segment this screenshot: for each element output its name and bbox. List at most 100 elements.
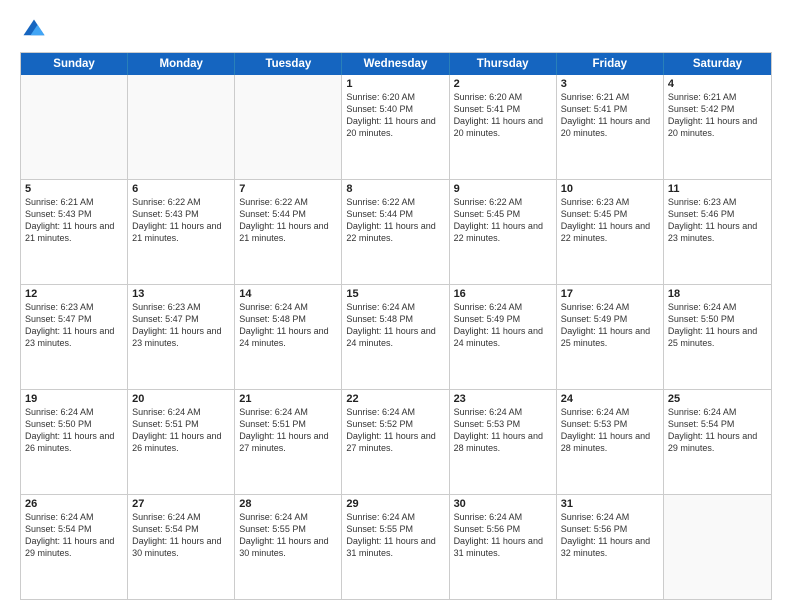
cal-cell: 5Sunrise: 6:21 AM Sunset: 5:43 PM Daylig… [21,180,128,284]
cell-info: Sunrise: 6:24 AM Sunset: 5:54 PM Dayligh… [25,511,123,560]
header-day-saturday: Saturday [664,53,771,75]
calendar-header-row: SundayMondayTuesdayWednesdayThursdayFrid… [21,53,771,75]
cal-cell: 9Sunrise: 6:22 AM Sunset: 5:45 PM Daylig… [450,180,557,284]
cell-info: Sunrise: 6:24 AM Sunset: 5:56 PM Dayligh… [561,511,659,560]
day-number: 12 [25,288,123,300]
cell-info: Sunrise: 6:24 AM Sunset: 5:49 PM Dayligh… [454,301,552,350]
cal-cell: 24Sunrise: 6:24 AM Sunset: 5:53 PM Dayli… [557,390,664,494]
cal-cell: 21Sunrise: 6:24 AM Sunset: 5:51 PM Dayli… [235,390,342,494]
cal-cell: 17Sunrise: 6:24 AM Sunset: 5:49 PM Dayli… [557,285,664,389]
day-number: 8 [346,183,444,195]
cal-cell: 27Sunrise: 6:24 AM Sunset: 5:54 PM Dayli… [128,495,235,599]
cal-cell [664,495,771,599]
cell-info: Sunrise: 6:22 AM Sunset: 5:44 PM Dayligh… [239,196,337,245]
day-number: 5 [25,183,123,195]
cell-info: Sunrise: 6:24 AM Sunset: 5:54 PM Dayligh… [132,511,230,560]
cal-cell: 1Sunrise: 6:20 AM Sunset: 5:40 PM Daylig… [342,75,449,179]
cal-row-1: 5Sunrise: 6:21 AM Sunset: 5:43 PM Daylig… [21,180,771,285]
day-number: 9 [454,183,552,195]
cell-info: Sunrise: 6:24 AM Sunset: 5:53 PM Dayligh… [561,406,659,455]
cell-info: Sunrise: 6:20 AM Sunset: 5:40 PM Dayligh… [346,91,444,140]
day-number: 28 [239,498,337,510]
cal-row-0: 1Sunrise: 6:20 AM Sunset: 5:40 PM Daylig… [21,75,771,180]
cal-cell: 8Sunrise: 6:22 AM Sunset: 5:44 PM Daylig… [342,180,449,284]
cal-cell: 6Sunrise: 6:22 AM Sunset: 5:43 PM Daylig… [128,180,235,284]
day-number: 16 [454,288,552,300]
cal-cell [21,75,128,179]
cell-info: Sunrise: 6:23 AM Sunset: 5:45 PM Dayligh… [561,196,659,245]
cell-info: Sunrise: 6:23 AM Sunset: 5:47 PM Dayligh… [132,301,230,350]
header-day-sunday: Sunday [21,53,128,75]
cal-cell: 4Sunrise: 6:21 AM Sunset: 5:42 PM Daylig… [664,75,771,179]
cal-cell: 10Sunrise: 6:23 AM Sunset: 5:45 PM Dayli… [557,180,664,284]
cal-cell: 31Sunrise: 6:24 AM Sunset: 5:56 PM Dayli… [557,495,664,599]
cell-info: Sunrise: 6:21 AM Sunset: 5:42 PM Dayligh… [668,91,767,140]
cell-info: Sunrise: 6:24 AM Sunset: 5:55 PM Dayligh… [239,511,337,560]
cal-cell: 29Sunrise: 6:24 AM Sunset: 5:55 PM Dayli… [342,495,449,599]
cal-cell: 7Sunrise: 6:22 AM Sunset: 5:44 PM Daylig… [235,180,342,284]
cal-row-2: 12Sunrise: 6:23 AM Sunset: 5:47 PM Dayli… [21,285,771,390]
header-day-tuesday: Tuesday [235,53,342,75]
day-number: 10 [561,183,659,195]
cal-cell: 28Sunrise: 6:24 AM Sunset: 5:55 PM Dayli… [235,495,342,599]
logo [20,16,52,44]
cal-cell: 22Sunrise: 6:24 AM Sunset: 5:52 PM Dayli… [342,390,449,494]
day-number: 6 [132,183,230,195]
day-number: 27 [132,498,230,510]
cell-info: Sunrise: 6:24 AM Sunset: 5:51 PM Dayligh… [132,406,230,455]
cell-info: Sunrise: 6:24 AM Sunset: 5:54 PM Dayligh… [668,406,767,455]
day-number: 24 [561,393,659,405]
header-day-monday: Monday [128,53,235,75]
day-number: 21 [239,393,337,405]
day-number: 15 [346,288,444,300]
day-number: 23 [454,393,552,405]
cal-cell: 14Sunrise: 6:24 AM Sunset: 5:48 PM Dayli… [235,285,342,389]
day-number: 31 [561,498,659,510]
day-number: 17 [561,288,659,300]
logo-icon [20,16,48,44]
cell-info: Sunrise: 6:24 AM Sunset: 5:53 PM Dayligh… [454,406,552,455]
cal-cell [128,75,235,179]
day-number: 3 [561,78,659,90]
day-number: 11 [668,183,767,195]
cal-cell: 23Sunrise: 6:24 AM Sunset: 5:53 PM Dayli… [450,390,557,494]
calendar: SundayMondayTuesdayWednesdayThursdayFrid… [20,52,772,600]
header-day-friday: Friday [557,53,664,75]
cell-info: Sunrise: 6:24 AM Sunset: 5:48 PM Dayligh… [346,301,444,350]
cell-info: Sunrise: 6:22 AM Sunset: 5:45 PM Dayligh… [454,196,552,245]
day-number: 19 [25,393,123,405]
cell-info: Sunrise: 6:24 AM Sunset: 5:52 PM Dayligh… [346,406,444,455]
cell-info: Sunrise: 6:24 AM Sunset: 5:50 PM Dayligh… [25,406,123,455]
day-number: 26 [25,498,123,510]
day-number: 14 [239,288,337,300]
header [20,16,772,44]
cell-info: Sunrise: 6:24 AM Sunset: 5:56 PM Dayligh… [454,511,552,560]
cell-info: Sunrise: 6:24 AM Sunset: 5:48 PM Dayligh… [239,301,337,350]
header-day-thursday: Thursday [450,53,557,75]
day-number: 22 [346,393,444,405]
cal-cell [235,75,342,179]
day-number: 25 [668,393,767,405]
cal-cell: 3Sunrise: 6:21 AM Sunset: 5:41 PM Daylig… [557,75,664,179]
cal-cell: 18Sunrise: 6:24 AM Sunset: 5:50 PM Dayli… [664,285,771,389]
cal-row-3: 19Sunrise: 6:24 AM Sunset: 5:50 PM Dayli… [21,390,771,495]
day-number: 2 [454,78,552,90]
cell-info: Sunrise: 6:22 AM Sunset: 5:43 PM Dayligh… [132,196,230,245]
cal-cell: 19Sunrise: 6:24 AM Sunset: 5:50 PM Dayli… [21,390,128,494]
cell-info: Sunrise: 6:23 AM Sunset: 5:47 PM Dayligh… [25,301,123,350]
cal-cell: 25Sunrise: 6:24 AM Sunset: 5:54 PM Dayli… [664,390,771,494]
cell-info: Sunrise: 6:23 AM Sunset: 5:46 PM Dayligh… [668,196,767,245]
day-number: 18 [668,288,767,300]
cal-row-4: 26Sunrise: 6:24 AM Sunset: 5:54 PM Dayli… [21,495,771,599]
cell-info: Sunrise: 6:24 AM Sunset: 5:50 PM Dayligh… [668,301,767,350]
page: SundayMondayTuesdayWednesdayThursdayFrid… [0,0,792,612]
cal-cell: 2Sunrise: 6:20 AM Sunset: 5:41 PM Daylig… [450,75,557,179]
cell-info: Sunrise: 6:21 AM Sunset: 5:43 PM Dayligh… [25,196,123,245]
day-number: 4 [668,78,767,90]
cal-cell: 15Sunrise: 6:24 AM Sunset: 5:48 PM Dayli… [342,285,449,389]
cal-cell: 26Sunrise: 6:24 AM Sunset: 5:54 PM Dayli… [21,495,128,599]
cal-cell: 12Sunrise: 6:23 AM Sunset: 5:47 PM Dayli… [21,285,128,389]
day-number: 29 [346,498,444,510]
cal-cell: 13Sunrise: 6:23 AM Sunset: 5:47 PM Dayli… [128,285,235,389]
day-number: 20 [132,393,230,405]
